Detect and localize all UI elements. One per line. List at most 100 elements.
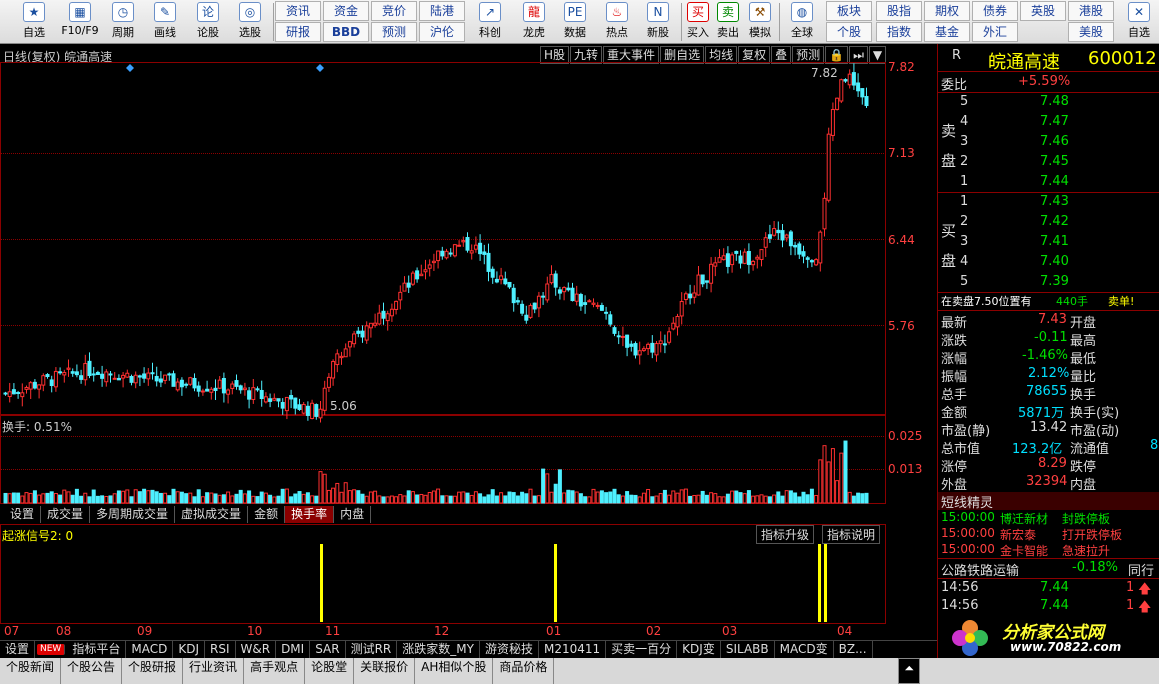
volume-bar [389,495,394,504]
fund-button[interactable]: 基金 [924,22,970,42]
indicator-buysell[interactable]: 买卖一百分 [606,641,678,658]
indicator-kdj[interactable]: KDJ [173,641,205,658]
hk-connect-button[interactable]: 陆港 [419,1,465,21]
candle-body [835,97,840,110]
event-marker-icon[interactable] [126,64,134,72]
candle-body [436,250,441,262]
auction-button[interactable]: 竞价 [371,1,417,21]
event-stock[interactable]: 博迁新材 [1000,510,1048,527]
candle-body [11,389,16,395]
global-button[interactable]: ◍ 全球 [782,2,822,42]
signal-bar [824,544,827,622]
footer-announcements[interactable]: 个股公告 [61,658,123,684]
short-signal-title: 短线精灵 [941,496,994,511]
chart-icon: ↗ [479,2,501,22]
star-market-button[interactable]: ↗ 科创 [470,2,510,42]
hk-stock-button[interactable]: 港股 [1068,1,1114,21]
index-button[interactable]: 指数 [876,22,922,42]
sector-peers[interactable]: 同行 [1128,560,1154,579]
event-stock[interactable]: 新宏泰 [1000,526,1036,543]
uk-stock-button[interactable]: 英股 [1020,1,1066,21]
footer-stock-news[interactable]: 个股新闻 [0,658,62,684]
period-button[interactable]: ◷ 周期 [104,2,142,42]
indicator-platform[interactable]: 指标平台 [67,641,127,658]
footer-related[interactable]: 关联报价 [354,658,416,684]
footer-research[interactable]: 个股研报 [122,658,184,684]
weibi-value: +5.59% [1018,74,1071,89]
indicator-sar[interactable]: SAR [310,641,346,658]
footer-industry[interactable]: 行业资讯 [183,658,245,684]
event-stock[interactable]: 金卡智能 [1000,542,1048,559]
indicator-breadth[interactable]: 涨跌家数_MY [397,641,480,658]
indicator-m210411[interactable]: M210411 [539,641,607,658]
tab-virtual-volume[interactable]: 虚拟成交量 [175,506,249,523]
candle-body [310,402,315,420]
collapse-icon[interactable]: ⏶ [898,658,920,684]
candle-body [839,79,844,102]
bonds-button[interactable]: 债券 [972,1,1018,21]
volume-bar [776,491,781,504]
footer-ah[interactable]: AH相似个股 [415,658,494,684]
bid-price: 7.42 [1040,214,1069,229]
indicator-upgrade-button[interactable]: 指标升级 [756,525,815,544]
hot-button[interactable]: ♨ 热点 [597,2,637,42]
custom-button[interactable]: ✕ 自选 [1122,2,1156,42]
sell-button[interactable]: 卖卖出 [714,2,742,42]
bbd-button[interactable]: BBD [323,22,369,42]
volume-bar [528,488,533,504]
volume-bar [230,495,235,504]
indicator-settings[interactable]: 设置 [0,641,36,658]
volume-bar [200,496,205,504]
capital-button[interactable]: 资金 [323,1,369,21]
f10-button[interactable]: ▦ F10/F9 [58,2,102,42]
favorites-button[interactable]: ★ 自选 [14,2,54,42]
indicator-hotmoney[interactable]: 游资秘技 [480,641,539,658]
candle-body [864,96,869,107]
data-button[interactable]: PE 数据 [555,2,595,42]
sector-name[interactable]: 公路铁路运输 [941,560,1019,579]
indicator-wr[interactable]: W&R [236,641,277,658]
simulate-button[interactable]: ⚒ 模拟 [745,2,775,42]
candle-body [226,389,231,395]
indicator-kdj-var[interactable]: KDJ变 [677,641,721,658]
indicator-more[interactable]: BZ... [834,641,873,658]
sector-button[interactable]: 板块 [826,1,872,21]
indicator-macd[interactable]: MACD [126,641,174,658]
new-stock-button[interactable]: N 新股 [638,2,678,42]
draw-line-button[interactable]: ✎ 画线 [145,2,185,42]
volume-bar [490,489,495,504]
indicator-help-button[interactable]: 指标说明 [822,525,881,544]
event-marker-icon[interactable] [316,64,324,72]
individual-stock-button[interactable]: 个股 [826,22,872,42]
footer-commodity[interactable]: 商品价格 [493,658,555,684]
footer-forum[interactable]: 论股堂 [305,658,355,684]
indicator-rsi[interactable]: RSI [205,641,236,658]
tab-volume[interactable]: 成交量 [41,506,91,523]
indicator-testrr[interactable]: 测试RR [346,641,398,658]
footer-expert[interactable]: 高手观点 [244,658,306,684]
forecast-button[interactable]: 预测 [371,22,417,42]
tab-turnover[interactable]: 换手率 [285,506,335,523]
indicator-silabb[interactable]: SILABB [721,641,775,658]
stock-picker-button[interactable]: ◎ 选股 [230,2,270,42]
news-button[interactable]: 资讯 [275,1,321,21]
discuss-button[interactable]: 论论股 [188,2,228,42]
volume-bar [688,495,693,504]
dragon-tiger-button[interactable]: 龍龙虎 [514,2,554,42]
indicator-macd-var[interactable]: MACD变 [775,641,834,658]
tab-inner[interactable]: 内盘 [334,506,372,523]
tab-amount[interactable]: 金额 [248,506,286,523]
candle-body [557,289,562,294]
tab-settings[interactable]: 设置 [4,506,42,523]
research-button[interactable]: 研报 [275,22,321,42]
volume-bar [7,493,12,504]
tab-multi-period-volume[interactable]: 多周期成交量 [90,506,176,523]
index-futures-button[interactable]: 股指 [876,1,922,21]
volume-bar [612,488,617,504]
options-button[interactable]: 期权 [924,1,970,21]
shanghai-london-button[interactable]: 沪伦 [419,22,465,42]
buy-button[interactable]: 买买入 [684,2,712,42]
forex-button[interactable]: 外汇 [972,22,1018,42]
indicator-dmi[interactable]: DMI [276,641,311,658]
us-stock-button[interactable]: 美股 [1068,22,1114,42]
